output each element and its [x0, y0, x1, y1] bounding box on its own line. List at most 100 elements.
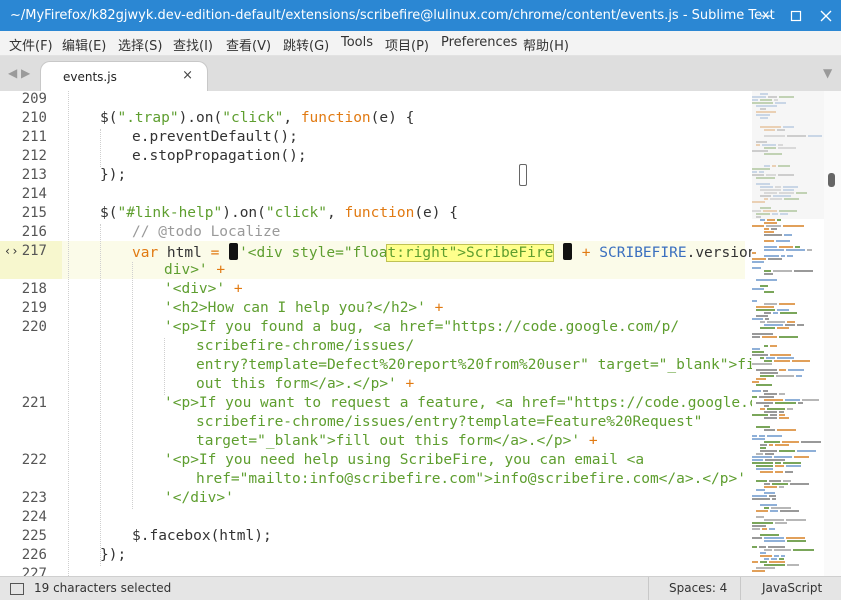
minimap-line [764, 540, 785, 542]
panel-toggle-icon[interactable] [10, 583, 24, 595]
minimap-line [752, 348, 760, 350]
minimap-line [764, 507, 769, 509]
minimap-line [774, 360, 790, 362]
selection-status: 19 characters selected [34, 581, 172, 595]
minimap-line [763, 390, 768, 392]
modified-line-icon: ‹› [4, 244, 19, 258]
minimap-line [779, 411, 784, 413]
indentation-setting[interactable]: Spaces: 4 [669, 581, 727, 595]
tab-scroll-right-icon[interactable]: ▶ [21, 66, 30, 80]
syntax-setting[interactable]: JavaScript [762, 581, 822, 595]
maximize-button[interactable] [781, 0, 811, 31]
tab-list-icon[interactable]: ▼ [823, 66, 832, 80]
tab-label: events.js [63, 70, 117, 84]
scrollbar-thumb[interactable] [828, 173, 835, 187]
minimap-line [774, 555, 779, 557]
minimap-line [752, 537, 762, 539]
minimap-line [773, 270, 792, 272]
line-number: 209 [21, 91, 47, 107]
code-line: '<p>If you found a bug, <a href="https:/… [164, 319, 680, 335]
menu-edit[interactable]: 编辑(E) [62, 35, 106, 54]
minimize-button[interactable] [751, 0, 781, 31]
menu-find[interactable]: 查找(I) [173, 35, 213, 54]
minimap-line [765, 453, 774, 455]
minimap-line [764, 231, 774, 233]
tab-events-js[interactable]: events.js × [40, 61, 208, 92]
tab-close-icon[interactable]: × [182, 68, 193, 83]
minimap-line [764, 483, 770, 485]
selected-text[interactable]: t:right">ScribeFire [386, 244, 555, 262]
vertical-scrollbar[interactable] [824, 91, 841, 576]
code-line: $("#link-help").on("click", function(e) … [100, 205, 458, 221]
menu-goto[interactable]: 跳转(G) [283, 35, 329, 54]
minimap-line [767, 321, 785, 323]
close-button[interactable] [811, 0, 841, 31]
minimap-line [752, 435, 757, 437]
minimap-line [790, 483, 809, 485]
indent-guide [68, 91, 69, 576]
minimap-line [783, 225, 804, 227]
minimap-line [777, 429, 796, 431]
minimap-line [760, 408, 765, 410]
minimap-line [775, 402, 796, 404]
code-line: e.stopPropagation(); [132, 148, 307, 164]
title-bar: ~/MyFirefox/k82gjwyk.dev-edition-default… [0, 0, 841, 31]
minimap-line [752, 462, 773, 464]
minimap-line [779, 558, 784, 560]
minimap-line [770, 345, 777, 347]
minimap-line [759, 546, 766, 548]
minimap-line [760, 504, 777, 506]
minimap-line [795, 246, 800, 248]
minimap-line [771, 228, 777, 230]
minimap-line [794, 456, 809, 458]
minimap-line [775, 465, 784, 467]
minimap-line [768, 546, 785, 548]
menu-tools[interactable]: Tools [341, 35, 373, 50]
menu-help[interactable]: 帮助(H) [523, 35, 569, 54]
minimap-line [780, 312, 797, 314]
minimap-line [760, 372, 778, 374]
minimap-line [764, 255, 779, 257]
minimap-line [760, 447, 766, 449]
line-number: 211 [21, 129, 47, 145]
menu-project[interactable]: 项目(P) [385, 35, 429, 54]
minimap-line [794, 270, 813, 272]
minimap-line [772, 483, 788, 485]
code-line: e.preventDefault(); [132, 129, 298, 145]
minimap-line [756, 489, 765, 491]
menu-file[interactable]: 文件(F) [9, 35, 53, 54]
minimap-line [752, 546, 757, 548]
indent-guide [164, 338, 165, 395]
minimap-line [764, 537, 784, 539]
tab-scroll-left-icon[interactable]: ◀ [8, 66, 17, 80]
minimap-line [752, 528, 760, 530]
minimap-line [752, 561, 758, 563]
minimap-line [760, 285, 768, 287]
minimap-line [777, 327, 789, 329]
menu-preferences[interactable]: Preferences [441, 35, 517, 50]
minimap-line [762, 528, 767, 530]
minimap-line [752, 396, 757, 398]
status-divider [648, 577, 649, 600]
minimap-line [756, 453, 763, 455]
code-line: $.facebox(html); [132, 528, 272, 544]
minimap-line [760, 321, 765, 323]
menu-selection[interactable]: 选择(S) [118, 35, 162, 54]
minimap-viewport[interactable] [752, 91, 824, 219]
minimap-line [798, 402, 803, 404]
code-line: '</div>' [164, 490, 234, 506]
minimap-line [764, 246, 777, 248]
code-line: }); [100, 167, 127, 183]
minimap-line [775, 462, 781, 464]
minimap-line [783, 462, 801, 464]
minimap-line [764, 222, 777, 224]
menu-view[interactable]: 查看(V) [226, 35, 271, 54]
minimap-line [756, 480, 767, 482]
minimap-line [756, 315, 768, 317]
minimap-line [793, 549, 814, 551]
minimap-line [764, 558, 769, 560]
minimap-line [781, 555, 785, 557]
editor-area[interactable]: ‹› 209 210 211 212 213 214 215 216 217 2… [0, 91, 841, 576]
minimap-line [786, 249, 805, 251]
line-gutter: ‹› 209 210 211 212 213 214 215 216 217 2… [0, 91, 62, 576]
